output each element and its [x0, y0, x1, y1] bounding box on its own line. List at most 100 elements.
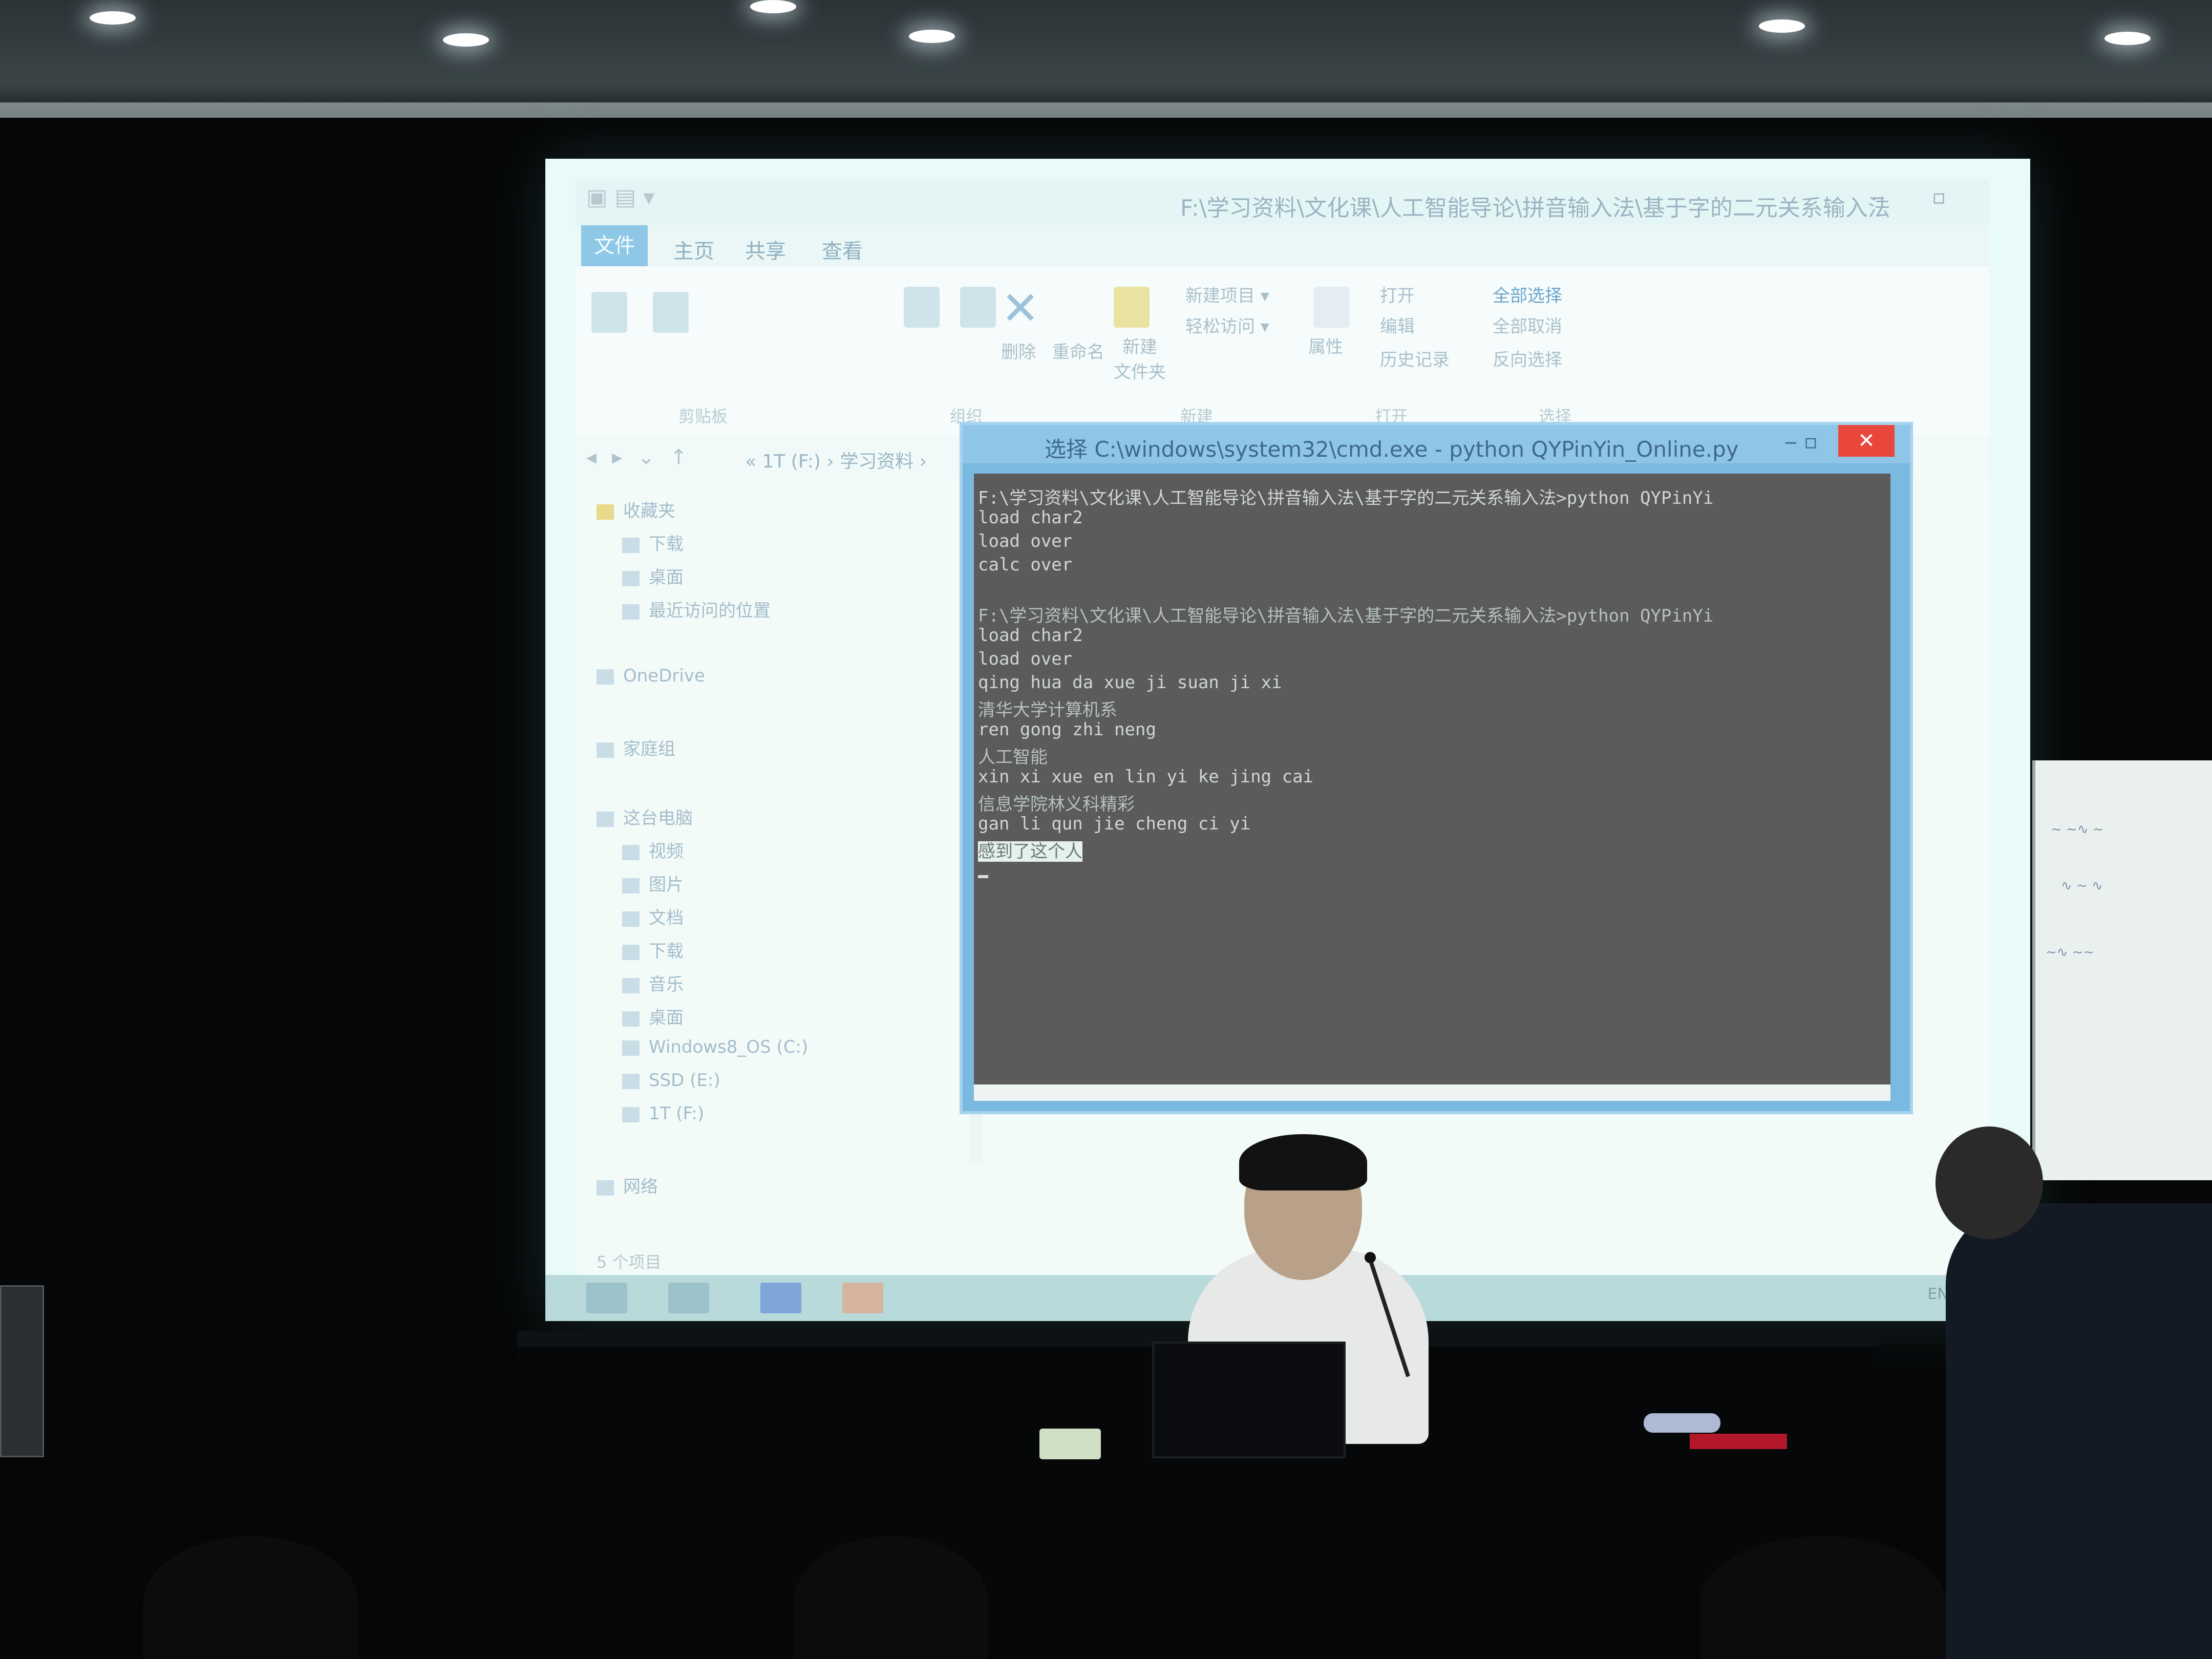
select-all-button[interactable]: 全部选择	[1493, 282, 1562, 307]
word-icon[interactable]	[760, 1283, 801, 1313]
navigation-pane: 收藏夹 下载 桌面 最近访问的位置 OneDrive 家庭组 这台电脑 视频 图…	[576, 476, 960, 1275]
ceiling-trim	[0, 102, 2212, 118]
select-none-button[interactable]: 全部取消	[1493, 312, 1562, 337]
picture-icon	[622, 878, 640, 894]
presenter-hair	[1239, 1134, 1367, 1190]
nav-music[interactable]: 音乐	[622, 970, 684, 995]
person-jacket	[1946, 1203, 2212, 1659]
minimize-icon[interactable]: ‒ ▫	[1784, 430, 1818, 454]
star-icon	[597, 504, 614, 520]
nav-favorites[interactable]: 收藏夹	[597, 497, 675, 522]
cmd-horizontal-scrollbar[interactable]	[974, 1084, 1890, 1101]
breadcrumb[interactable]: « 1T (F:) › 学习资料 ›	[745, 446, 927, 473]
invert-selection-button[interactable]: 反向选择	[1493, 346, 1562, 371]
console-line: xin xi xue en lin yi ke jing cai	[978, 767, 1314, 787]
edit-button[interactable]: 编辑	[1380, 312, 1415, 337]
nav-homegroup[interactable]: 家庭组	[597, 735, 675, 760]
quick-access-icons[interactable]: ▣ ▤ ▾	[586, 184, 654, 210]
whiteboard: ~ ~∿ ~ ∿ ~ ∿ ~∿ ~~	[2035, 760, 2212, 1180]
status-bar-text: 5 个项目	[597, 1252, 662, 1272]
ribbon: ✕ 删除 重命名 新建 文件夹 新建项目 ▾ 轻松访问 ▾ 属性 打开 编辑 历…	[576, 266, 1989, 437]
lecture-hall-photo: ▣ ▤ ▾ F:\学习资料\文化课\人工智能导论\拼音输入法\基于字的二元关系输…	[0, 0, 2212, 1659]
nav-downloads-pc[interactable]: 下载	[622, 937, 684, 962]
group-clipboard: 剪贴板	[678, 407, 728, 426]
audience-head	[1700, 1536, 1946, 1659]
tab-view[interactable]: 查看	[822, 235, 863, 264]
console-prompt	[974, 861, 1890, 884]
console-line: load char2	[978, 625, 1083, 646]
cloud-icon	[597, 669, 614, 685]
console-line: load over	[978, 649, 1073, 669]
cmd-console[interactable]: F:\学习资料\文化课\人工智能导论\拼音输入法\基于字的二元关系输入法>pyt…	[974, 474, 1890, 1088]
tab-home[interactable]: 主页	[673, 235, 714, 264]
delete-icon[interactable]: ✕	[1001, 282, 1039, 335]
cmd-window: 选择 C:\windows\system32\cmd.exe - python …	[963, 425, 1910, 1111]
nav-videos[interactable]: 视频	[622, 837, 684, 862]
group-open: 打开	[1375, 407, 1408, 426]
explorer-icon[interactable]	[668, 1283, 709, 1313]
nav-onedrive[interactable]: OneDrive	[597, 666, 705, 686]
ceiling-light	[2104, 32, 2151, 45]
explorer-titlebar: ▣ ▤ ▾ F:\学习资料\文化课\人工智能导论\拼音输入法\基于字的二元关系输…	[576, 179, 1989, 225]
whiteboard-scribble: ~∿ ~~	[2046, 945, 2095, 960]
console-line: load over	[978, 531, 1073, 551]
console-line: F:\学习资料\文化课\人工智能导论\拼音输入法\基于字的二元关系输入法>pyt…	[978, 488, 1714, 508]
drive-icon	[622, 1107, 640, 1122]
new-item-button[interactable]: 新建项目 ▾	[1185, 282, 1269, 307]
nav-desktop-pc[interactable]: 桌面	[622, 1004, 684, 1029]
ie-icon[interactable]	[586, 1283, 627, 1313]
nav-drive-c[interactable]: Windows8_OS (C:)	[622, 1037, 808, 1057]
laptop	[1152, 1342, 1346, 1458]
properties-icon[interactable]	[1313, 287, 1349, 328]
nav-this-pc[interactable]: 这台电脑	[597, 804, 693, 829]
desktop-icon	[622, 570, 640, 586]
audience-head	[143, 1536, 358, 1659]
explorer-title: F:\学习资料\文化课\人工智能导论\拼音输入法\基于字的二元关系输入法	[1180, 195, 1890, 221]
selected-text: 感到了这个人	[978, 841, 1082, 862]
copy-to-icon[interactable]	[960, 287, 996, 328]
person-leaning	[1936, 1126, 2212, 1659]
cmd-titlebar[interactable]: 选择 C:\windows\system32\cmd.exe - python …	[963, 425, 1910, 463]
microphone-icon	[1365, 1252, 1376, 1263]
console-line: ren gong zhi neng	[978, 719, 1156, 740]
tab-file[interactable]: 文件	[581, 225, 648, 266]
computer-icon	[597, 811, 614, 827]
ceiling-light	[90, 11, 136, 25]
console-line: F:\学习资料\文化课\人工智能导论\拼音输入法\基于字的二元关系输入法>pyt…	[978, 606, 1714, 626]
paste-icon[interactable]	[653, 292, 689, 333]
rename-button[interactable]: 重命名	[1052, 338, 1104, 363]
download-icon	[622, 944, 640, 960]
nav-back-forward-up-icons[interactable]: ◂▸⌄↑	[586, 445, 703, 469]
group-new: 新建	[1180, 407, 1214, 426]
console-line: gan li qun jie cheng ci yi	[978, 814, 1251, 834]
move-to-icon[interactable]	[904, 287, 940, 328]
ceiling	[0, 0, 2212, 118]
history-button[interactable]: 历史记录	[1380, 346, 1450, 371]
delete-button[interactable]: 删除	[1001, 338, 1036, 363]
homegroup-icon	[597, 742, 614, 758]
document-icon	[622, 911, 640, 927]
nav-drive-f[interactable]: 1T (F:)	[622, 1103, 704, 1124]
nav-downloads[interactable]: 下载	[622, 530, 684, 555]
open-button[interactable]: 打开	[1380, 282, 1415, 307]
group-select: 选择	[1539, 407, 1572, 426]
nav-pictures[interactable]: 图片	[622, 870, 684, 896]
ceiling-light	[909, 30, 955, 43]
nav-network[interactable]: 网络	[597, 1173, 658, 1198]
new-folder-button[interactable]: 新建 文件夹	[1114, 333, 1166, 383]
nav-desktop[interactable]: 桌面	[622, 563, 684, 588]
copy-icon[interactable]	[591, 292, 627, 333]
properties-button[interactable]: 属性	[1308, 333, 1343, 358]
nav-recent[interactable]: 最近访问的位置	[622, 597, 771, 622]
easy-access-button[interactable]: 轻松访问 ▾	[1185, 312, 1269, 337]
tab-share[interactable]: 共享	[745, 235, 786, 264]
new-folder-icon[interactable]	[1114, 287, 1150, 328]
console-line: calc over	[978, 555, 1073, 575]
cup	[1039, 1429, 1101, 1459]
nav-drive-e[interactable]: SSD (E:)	[622, 1070, 720, 1091]
close-button[interactable]: ✕	[1838, 425, 1895, 457]
app-icon[interactable]	[842, 1283, 883, 1313]
window-controls[interactable]: ‒ ▫	[1871, 185, 1974, 211]
nav-documents[interactable]: 文档	[622, 904, 684, 929]
